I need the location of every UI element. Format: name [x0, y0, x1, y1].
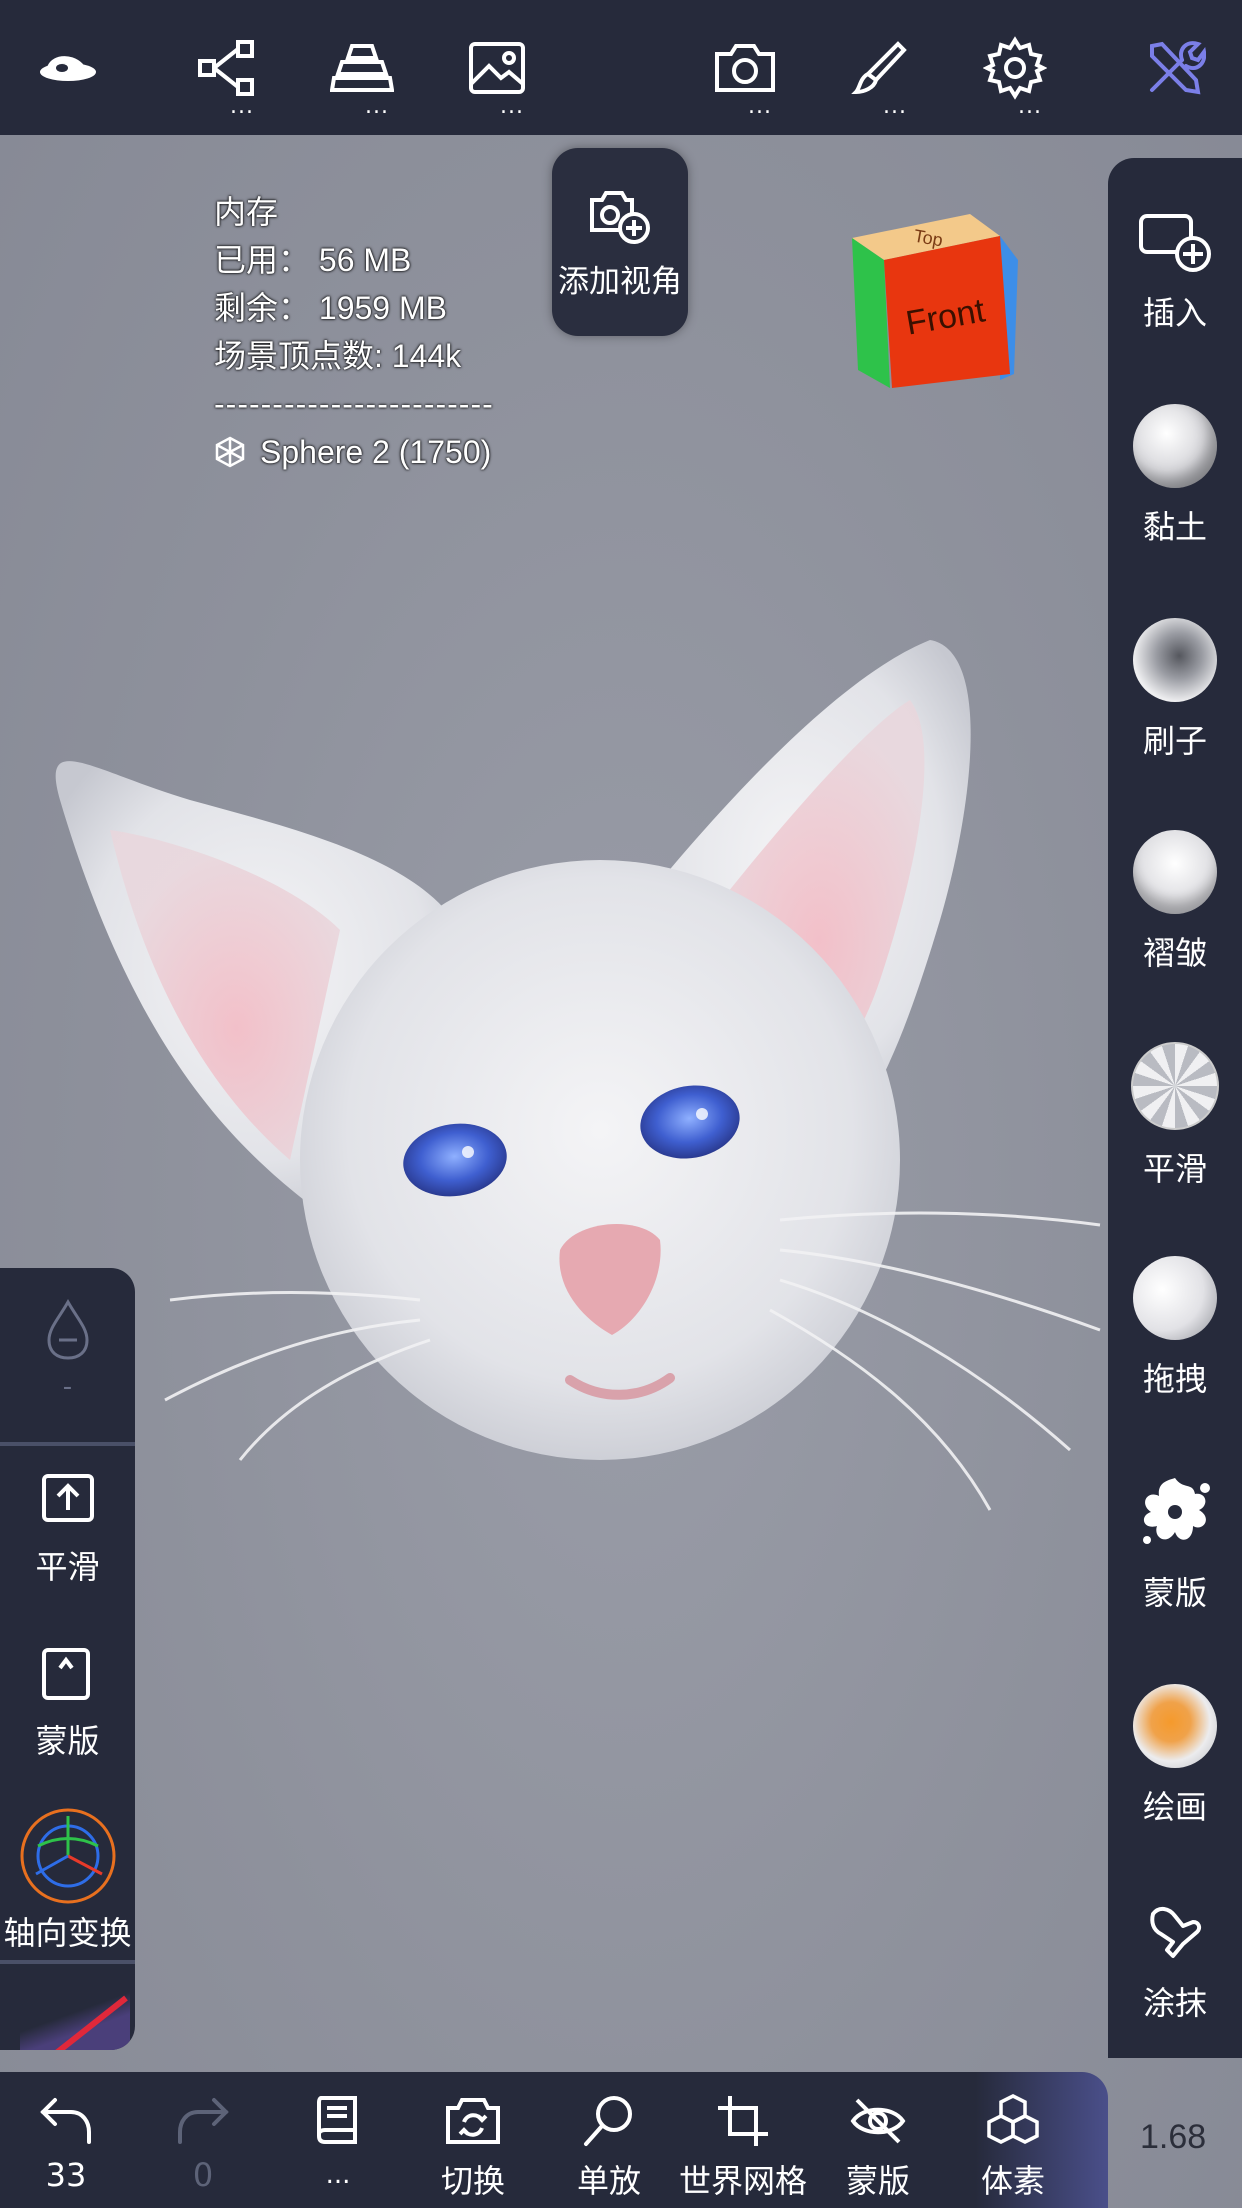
- undo-button[interactable]: 33: [6, 2092, 126, 2194]
- tool-insert[interactable]: 插入: [1108, 210, 1242, 334]
- cat-model: [55, 640, 1101, 1511]
- vertex-count: 场景顶点数: 144k: [214, 338, 462, 374]
- tools-icon[interactable]: [1136, 30, 1212, 106]
- tool-brush[interactable]: 刷子: [1108, 618, 1242, 762]
- tool-clay-label: 黏土: [1142, 508, 1207, 546]
- tool-smudge-label: 涂抹: [1142, 1984, 1207, 2022]
- switch-label: 切换: [440, 2162, 505, 2200]
- top-toolbar: ... ... ... ... ... ...: [0, 0, 1242, 135]
- undo-icon: [40, 2098, 91, 2144]
- caret-up-box-icon: [41, 1648, 90, 1700]
- clay-icon: [1133, 404, 1217, 488]
- redo-icon: [178, 2098, 229, 2144]
- zoom-level: 1.68: [1140, 2118, 1207, 2156]
- brush-icon: [1133, 618, 1217, 702]
- mask-splat-icon: [1143, 1478, 1210, 1544]
- left-separator: [0, 1960, 135, 1964]
- switch-button[interactable]: 切换: [413, 2092, 533, 2202]
- tool-mask-label: 蒙版: [1142, 1574, 1207, 1612]
- mask-visibility-button[interactable]: 蒙版: [818, 2092, 938, 2202]
- book-icon: [317, 2096, 357, 2144]
- tool-smooth-label: 平滑: [1142, 1150, 1207, 1188]
- tool-brush-label: 刷子: [1142, 722, 1207, 760]
- tool-crease[interactable]: 褶皱: [1108, 830, 1242, 974]
- left-separator: [0, 1442, 135, 1446]
- paint-icon: [1133, 1684, 1217, 1768]
- left-mask-button[interactable]: 蒙版: [0, 1646, 135, 1762]
- tool-clay[interactable]: 黏土: [1108, 404, 1242, 548]
- tool-paint[interactable]: 绘画: [1108, 1684, 1242, 1828]
- solo-label: 单放: [576, 2162, 641, 2200]
- drop-value: -: [62, 1372, 73, 1402]
- history-button[interactable]: ...: [278, 2092, 398, 2190]
- solo-button[interactable]: 单放: [549, 2092, 669, 2202]
- search-icon: [584, 2096, 632, 2146]
- left-tool-panel: - 平滑 蒙版 轴向变换: [0, 1268, 135, 2050]
- smooth-icon: [1131, 1042, 1219, 1130]
- drop-minus-icon: [46, 1298, 89, 1360]
- tool-crease-label: 褶皱: [1142, 934, 1207, 972]
- left-mask-label: 蒙版: [35, 1722, 100, 1760]
- more-indicator: ...: [748, 94, 772, 119]
- color-swatch-icon[interactable]: [20, 1988, 130, 2050]
- more-indicator: ...: [1018, 94, 1042, 119]
- switch-camera-icon: [446, 2098, 500, 2144]
- crease-icon: [1133, 830, 1217, 914]
- view-cube[interactable]: Top Front: [850, 210, 1020, 390]
- tool-smooth[interactable]: 平滑: [1108, 1042, 1242, 1190]
- history-more: ...: [325, 2160, 351, 2190]
- mask-visibility-label: 蒙版: [845, 2162, 910, 2200]
- mesh-icon: [215, 436, 245, 468]
- voxel-label: 体素: [980, 2162, 1045, 2200]
- smudge-finger-icon: [1150, 1907, 1202, 1958]
- more-indicator: ...: [365, 94, 389, 119]
- axis-transform-button[interactable]: 轴向变换: [0, 1806, 135, 1954]
- more-indicator: ...: [500, 94, 524, 119]
- memory-free: 剩余： 1959 MB: [214, 290, 447, 326]
- world-grid-button[interactable]: 世界网格: [679, 2092, 807, 2202]
- tool-drag-label: 拖拽: [1142, 1360, 1207, 1398]
- memory-used: 已用： 56 MB: [214, 242, 412, 278]
- left-smooth-label: 平滑: [35, 1548, 100, 1586]
- drop-slider[interactable]: -: [0, 1298, 135, 1402]
- eye-off-icon: [850, 2098, 906, 2144]
- scene-info: 内存 已用： 56 MB 剩余： 1959 MB 场景顶点数: 144k ---…: [214, 188, 494, 476]
- tool-smudge[interactable]: 涂抹: [1108, 1900, 1242, 2024]
- undo-count: 33: [45, 2156, 87, 2194]
- grid-crop-icon: [718, 2096, 768, 2146]
- memory-title: 内存: [214, 194, 279, 230]
- add-view-label: 添加视角: [558, 264, 682, 300]
- world-grid-label: 世界网格: [679, 2162, 808, 2200]
- more-indicator: ...: [883, 94, 907, 119]
- voxel-cubes-icon: [987, 2094, 1039, 2144]
- gizmo-icon: [20, 1808, 115, 1904]
- add-camera-icon: [590, 191, 650, 244]
- voxel-button[interactable]: 体素: [953, 2092, 1073, 2202]
- redo-button[interactable]: 0: [143, 2092, 263, 2194]
- tool-paint-label: 绘画: [1142, 1788, 1207, 1826]
- axis-transform-label: 轴向变换: [3, 1914, 132, 1952]
- arrow-up-box-icon: [41, 1474, 94, 1522]
- info-separator: ------------------------: [214, 386, 494, 422]
- more-indicator: ...: [230, 94, 254, 119]
- sculpt-logo-icon[interactable]: [30, 30, 106, 106]
- add-view-button[interactable]: 添加视角: [552, 148, 688, 336]
- selected-object[interactable]: Sphere 2 (1750): [260, 428, 491, 476]
- insert-icon: [1139, 214, 1211, 272]
- tool-drag[interactable]: 拖拽: [1108, 1256, 1242, 1400]
- redo-count: 0: [192, 2156, 214, 2194]
- tool-insert-label: 插入: [1142, 294, 1207, 332]
- left-smooth-button[interactable]: 平滑: [0, 1472, 135, 1588]
- drag-icon: [1133, 1256, 1217, 1340]
- tool-mask[interactable]: 蒙版: [1108, 1470, 1242, 1614]
